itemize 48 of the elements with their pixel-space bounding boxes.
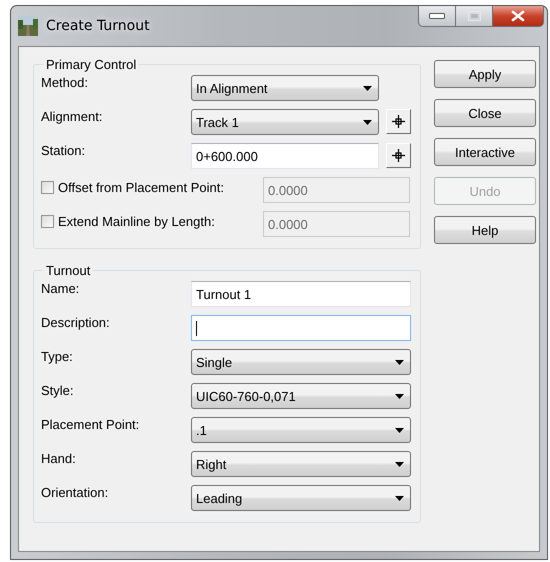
caret-icon <box>363 86 372 90</box>
minimize-icon <box>429 13 445 19</box>
field-label: Name: <box>41 280 80 296</box>
dropdown[interactable]: Leading <box>191 485 411 511</box>
field-label: Method: <box>41 74 89 90</box>
dialog-button[interactable]: Close <box>434 99 536 127</box>
dropdown[interactable]: UIC60-760-0,071 <box>191 383 411 409</box>
dropdown[interactable]: Right <box>191 451 411 477</box>
input-field[interactable]: 0+600.000 <box>191 143 379 169</box>
field-label: Placement Point: <box>41 416 140 432</box>
field-label: Description: <box>41 314 111 330</box>
caret-icon <box>363 120 372 124</box>
group-title: Turnout <box>45 263 92 278</box>
field-label: Type: <box>41 348 74 364</box>
dropdown[interactable]: In Alignment <box>191 75 379 101</box>
dropdown[interactable]: .1 <box>191 417 411 443</box>
dropdown[interactable]: Track 1 <box>191 109 379 135</box>
caret-icon <box>395 394 404 398</box>
pick-button[interactable] <box>386 143 411 168</box>
input-field[interactable] <box>191 315 411 341</box>
app-icon <box>18 16 38 36</box>
maximize-icon <box>468 11 480 21</box>
crosshair-icon <box>392 115 405 128</box>
field-label: Alignment: <box>41 108 104 124</box>
checkbox-label: Offset from Placement Point: <box>58 180 224 195</box>
field-label: Hand: <box>41 450 77 466</box>
field-label: Style: <box>41 382 75 398</box>
close-icon <box>511 10 525 22</box>
close-button[interactable] <box>493 6 544 27</box>
caret-icon <box>395 360 404 364</box>
dropdown[interactable]: Single <box>191 349 411 375</box>
dialog-button[interactable]: Help <box>434 216 536 244</box>
dialog-button[interactable]: Interactive <box>434 138 536 166</box>
caret-icon <box>395 462 404 466</box>
maximize-button[interactable] <box>456 6 493 27</box>
dialog-button[interactable]: Apply <box>434 60 536 88</box>
minimize-button[interactable] <box>418 6 456 27</box>
text-cursor <box>196 320 197 336</box>
crosshair-icon <box>392 149 405 162</box>
caret-icon <box>395 496 404 500</box>
pick-button[interactable] <box>386 109 411 134</box>
checkbox-label: Extend Mainline by Length: <box>58 214 215 229</box>
field-label: Station: <box>41 142 86 158</box>
caret-icon <box>395 428 404 432</box>
field-label: Orientation: <box>41 484 110 500</box>
input-field[interactable]: Turnout 1 <box>191 281 411 307</box>
group-title: Primary Control <box>45 57 138 72</box>
window-title: Create Turnout <box>46 18 150 34</box>
